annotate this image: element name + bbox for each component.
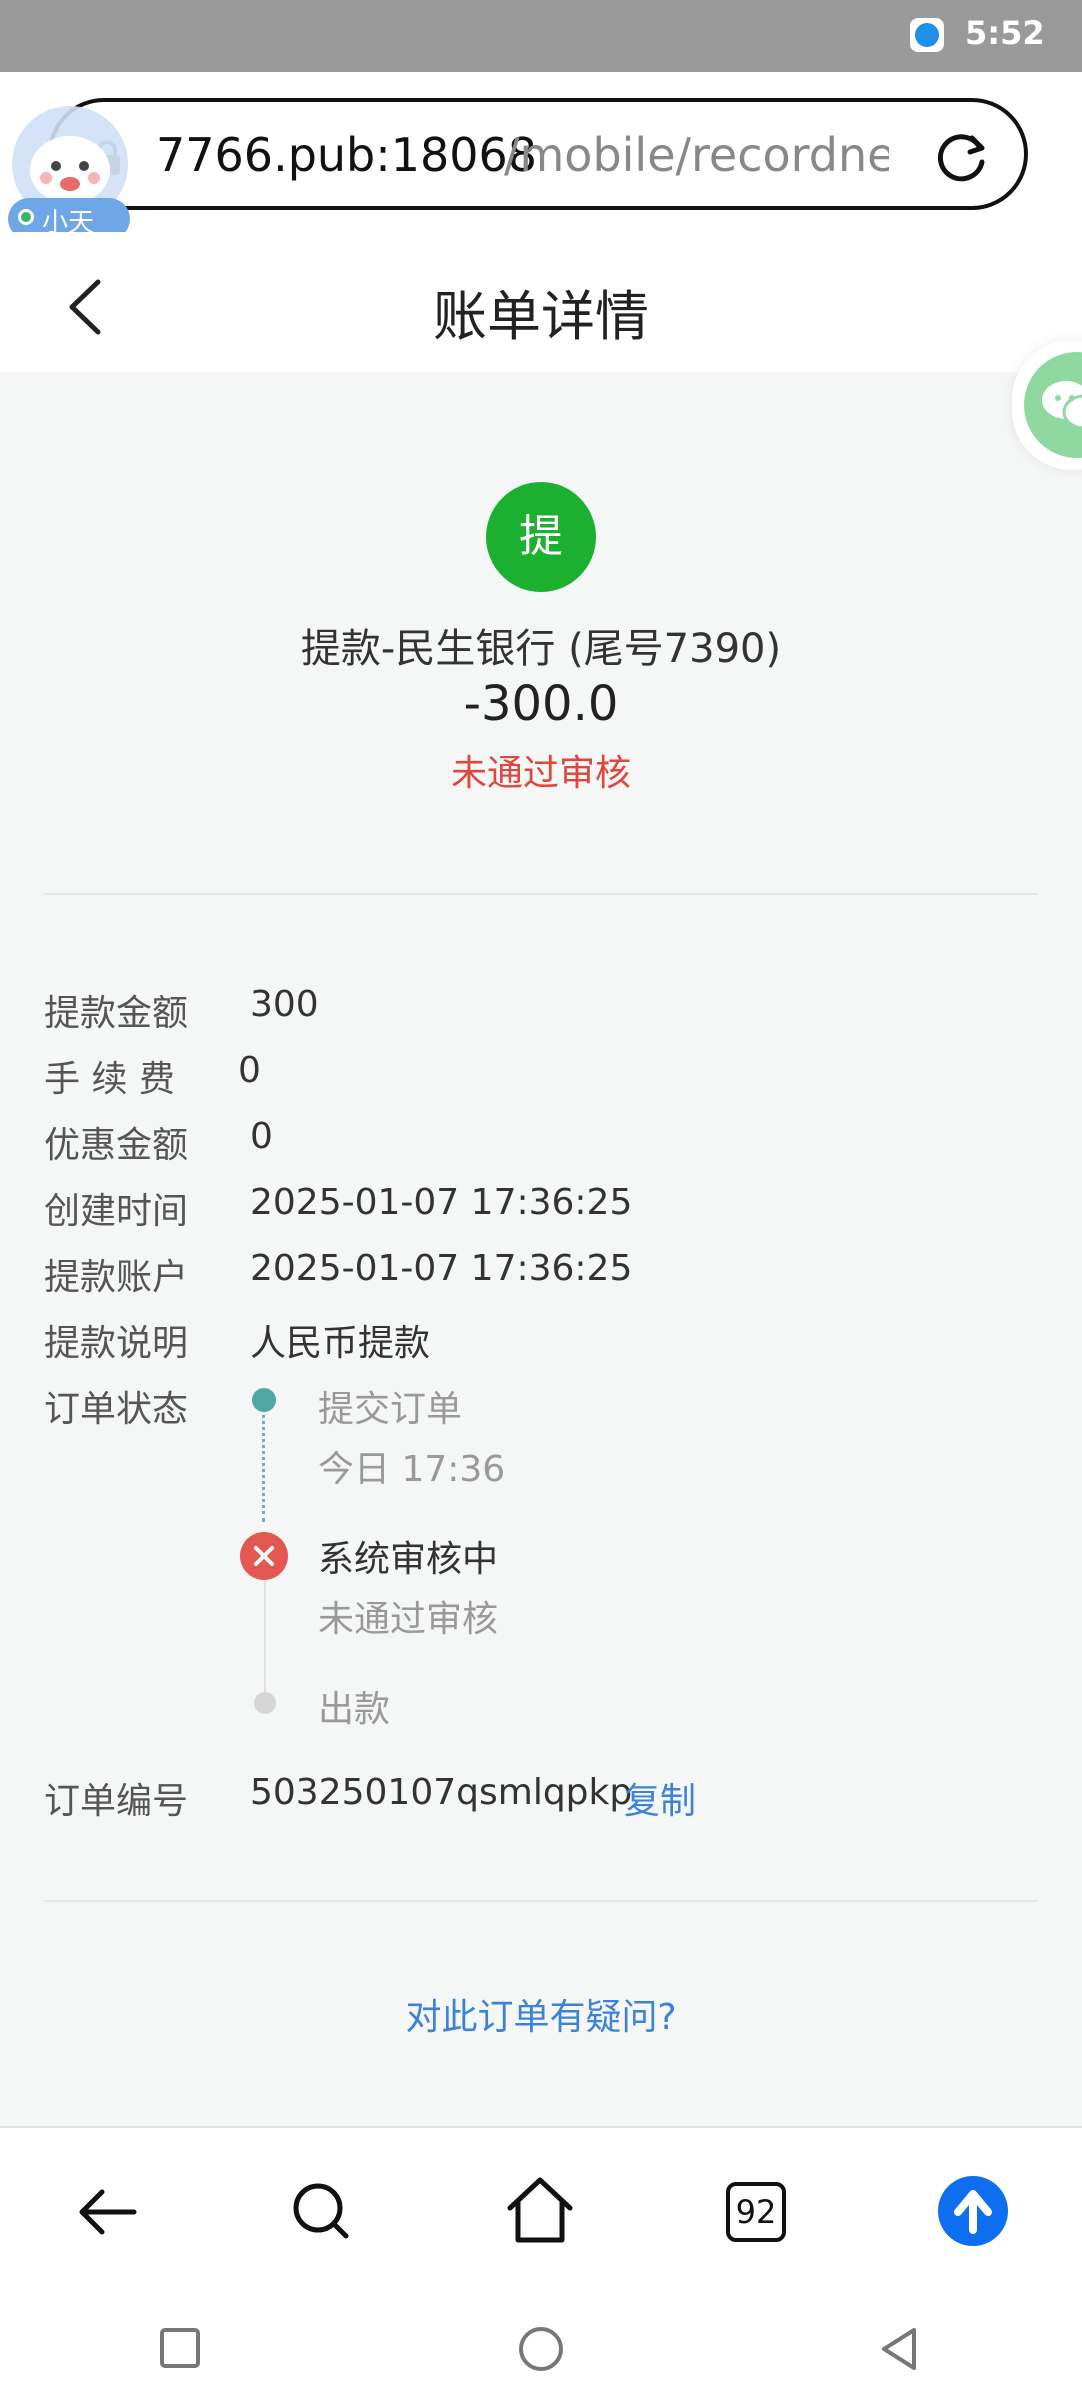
status-time: 5:52 (965, 14, 1045, 52)
recents-square-icon[interactable] (158, 2326, 202, 2370)
timeline-step-sub: 未通过审核 (318, 1599, 499, 1640)
bill-status: 未通过审核 (450, 753, 631, 794)
home-icon[interactable] (500, 2170, 580, 2250)
order-number-label: 订单编号 (44, 1781, 189, 1822)
back-arrow-icon[interactable] (68, 2172, 148, 2252)
order-status-label: 订单状态 (44, 1389, 189, 1430)
timeline-connector (262, 1402, 265, 1522)
copy-button[interactable]: 复制 (624, 1772, 696, 1824)
tabs-count-button[interactable]: 92 (726, 2182, 786, 2242)
divider (44, 1900, 1038, 1902)
timeline-dot-icon (252, 1388, 276, 1412)
timeline-step-title: 系统审核中 (318, 1539, 499, 1580)
order-number-value: 503250107qsmlqpkp (250, 1772, 633, 1813)
detail-value-note: 人民币提款 (250, 1323, 431, 1364)
transaction-type-badge: 提 (486, 482, 596, 592)
detail-label-amount: 提款金额 (44, 993, 189, 1034)
timeline-step-title: 出款 (318, 1689, 391, 1730)
detail-label-created: 创建时间 (44, 1191, 189, 1232)
timeline-connector (264, 1578, 266, 1698)
timeline-failed-icon (240, 1532, 288, 1580)
home-circle-icon[interactable] (516, 2324, 566, 2374)
detail-value-amount: 300 (250, 984, 319, 1025)
timeline-step-sub: 今日 17:36 (318, 1449, 506, 1490)
timeline-step-title: 提交订单 (318, 1389, 463, 1430)
detail-label-fee: 手 续 费 (44, 1059, 175, 1100)
bill-title: 提款-民生银行 (尾号7390) (300, 626, 782, 672)
url-host[interactable]: 7766.pub:18068 (156, 128, 537, 182)
bill-amount: -300.0 (463, 676, 619, 732)
browser-globe-icon (910, 18, 944, 52)
search-icon[interactable] (282, 2172, 362, 2252)
detail-value-fee: 0 (238, 1050, 261, 1091)
detail-value-account: 2025-01-07 17:36:25 (250, 1248, 633, 1289)
detail-label-account: 提款账户 (44, 1257, 189, 1298)
divider (44, 893, 1038, 895)
online-dot-icon (18, 209, 34, 225)
chat-icon (1042, 381, 1082, 430)
timeline-dot-icon (254, 1692, 276, 1714)
reload-icon[interactable] (932, 126, 992, 186)
page-title: 账单详情 (433, 285, 649, 348)
url-path[interactable]: /mobile/recordnew (504, 128, 889, 182)
detail-value-discount: 0 (250, 1116, 273, 1157)
detail-label-note: 提款说明 (44, 1323, 189, 1364)
back-triangle-icon[interactable] (876, 2324, 920, 2374)
detail-label-discount: 优惠金额 (44, 1125, 189, 1166)
upload-arrow-icon[interactable] (938, 2176, 1008, 2246)
detail-value-created: 2025-01-07 17:36:25 (250, 1182, 633, 1223)
order-question-link[interactable]: 对此订单有疑问? (0, 1988, 1082, 2040)
